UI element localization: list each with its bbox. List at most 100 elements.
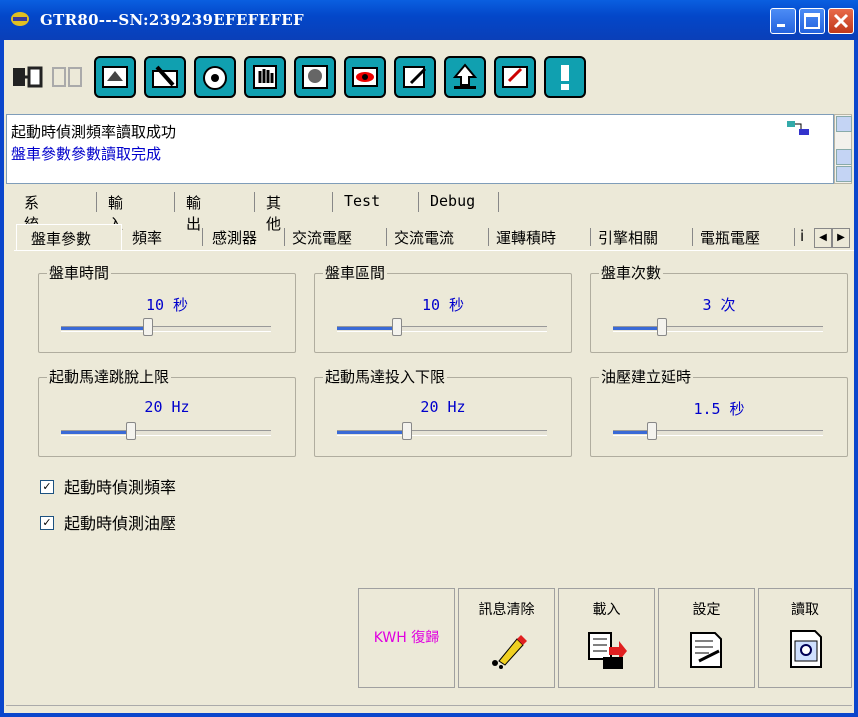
- group-value: 10 秒: [145, 296, 189, 314]
- load-button[interactable]: 載入: [558, 588, 655, 688]
- message-line-1: 起動時偵測頻率讀取成功: [11, 123, 177, 141]
- group-value: 3 次: [702, 296, 736, 314]
- group-crank-time: 盤車時間 10 秒: [38, 262, 296, 353]
- slider-thumb[interactable]: [392, 318, 402, 336]
- slider-fill: [613, 327, 659, 330]
- disconnect-icon[interactable]: [50, 60, 86, 96]
- close-button[interactable]: [828, 8, 854, 34]
- load-file-icon: [588, 632, 627, 669]
- tab-more[interactable]: i: [800, 224, 810, 250]
- starter-engage-slider[interactable]: [337, 422, 547, 440]
- group-title: 起動馬達投入下限: [323, 366, 448, 387]
- scroll-up-icon[interactable]: [836, 116, 852, 132]
- tab-scroll-left-icon[interactable]: ◀: [814, 228, 832, 248]
- group-crank-interval: 盤車區間 10 秒: [314, 262, 572, 353]
- slider-thumb[interactable]: [402, 422, 412, 440]
- slider-thumb[interactable]: [143, 318, 153, 336]
- slider-fill: [613, 431, 649, 434]
- scroll-down-icon[interactable]: [836, 166, 852, 182]
- tab-frequency[interactable]: 頻率: [132, 224, 162, 250]
- window-title: GTR80---SN:239239EFEFEFEF: [40, 11, 304, 29]
- tab-crank-params[interactable]: 盤車參數: [16, 224, 122, 250]
- group-title: 盤車次數: [599, 262, 664, 283]
- read-button[interactable]: 讀取: [758, 588, 852, 688]
- toolbar: [8, 50, 848, 110]
- hand-icon[interactable]: [244, 56, 286, 98]
- tab-input[interactable]: 輸入: [108, 190, 123, 233]
- crank-time-slider[interactable]: [61, 318, 271, 336]
- tab-scroll-right-icon[interactable]: ▶: [832, 228, 850, 248]
- group-value: 1.5 秒: [693, 400, 745, 418]
- group-title: 油壓建立延時: [599, 366, 694, 387]
- slider-thumb[interactable]: [126, 422, 136, 440]
- gauge-icon[interactable]: [194, 56, 236, 98]
- title-bar[interactable]: GTR80---SN:239239EFEFEFEF: [0, 0, 858, 40]
- crank-interval-slider[interactable]: [337, 318, 547, 336]
- group-oil-pressure-delay: 油壓建立延時 1.5 秒: [590, 366, 848, 457]
- alert-icon[interactable]: [544, 56, 586, 98]
- set-button[interactable]: 設定: [658, 588, 755, 688]
- slider-thumb[interactable]: [647, 422, 657, 440]
- kwh-reset-label: KWH 復歸: [373, 630, 440, 646]
- scroll-thumb[interactable]: [836, 149, 852, 165]
- clear-messages-button[interactable]: 訊息清除: [458, 588, 555, 688]
- window-border-right: [854, 40, 858, 717]
- message-line-2: 盤車參數參數讀取完成: [11, 145, 162, 163]
- edit-icon[interactable]: [394, 56, 436, 98]
- slider-fill: [61, 431, 128, 434]
- crank-count-slider[interactable]: [613, 318, 823, 336]
- tab-run-hours[interactable]: 運轉積時: [496, 224, 556, 250]
- slider-fill: [61, 327, 145, 330]
- checkbox-box[interactable]: ✓: [40, 479, 54, 494]
- tools-icon[interactable]: [144, 56, 186, 98]
- tab-system[interactable]: 系統: [24, 190, 39, 233]
- network-status-icon: [787, 121, 809, 135]
- tab-debug[interactable]: Debug: [430, 190, 475, 214]
- slider-thumb[interactable]: [657, 318, 667, 336]
- message-area: 起動時偵測頻率讀取成功 盤車參數參數讀取完成: [6, 114, 834, 184]
- tab-ac-voltage[interactable]: 交流電壓: [292, 224, 352, 250]
- group-title: 盤車區間: [323, 262, 388, 283]
- upload-arrow-icon[interactable]: [444, 56, 486, 98]
- group-starter-trip-upper: 起動馬達跳脫上限 20 Hz: [38, 366, 296, 457]
- oil-pressure-delay-slider[interactable]: [613, 422, 823, 440]
- maximize-icon: [804, 13, 820, 29]
- tab-battery-voltage[interactable]: 電瓶電壓: [700, 224, 760, 250]
- group-value: 10 秒: [421, 296, 465, 314]
- tab-other[interactable]: 其他: [266, 190, 281, 233]
- group-value: 20 Hz: [144, 398, 190, 416]
- tab-engine[interactable]: 引擎相關: [598, 224, 658, 250]
- tab-ac-current[interactable]: 交流電流: [394, 224, 454, 250]
- load-label: 載入: [592, 602, 621, 618]
- kwh-reset-button[interactable]: KWH 復歸: [358, 588, 455, 688]
- detect-oil-pressure-checkbox[interactable]: ✓ 起動時偵測油壓: [40, 510, 176, 534]
- window-border-left: [0, 40, 4, 717]
- starter-trip-slider[interactable]: [61, 422, 271, 440]
- slider-fill: [337, 327, 394, 330]
- tab-sensors[interactable]: 感測器: [212, 224, 257, 250]
- upload-icon[interactable]: [94, 56, 136, 98]
- write-document-icon: [690, 632, 722, 668]
- maximize-button[interactable]: [799, 8, 825, 34]
- checkbox-label: 起動時偵測頻率: [64, 478, 177, 497]
- tab-test[interactable]: Test: [344, 190, 380, 214]
- eraser-icon: [492, 635, 527, 669]
- checkbox-box[interactable]: ✓: [40, 515, 54, 530]
- checkbox-label: 起動時偵測油壓: [64, 514, 177, 533]
- clear-label: 訊息清除: [478, 602, 535, 618]
- sign-icon[interactable]: [494, 56, 536, 98]
- eye-icon[interactable]: [344, 56, 386, 98]
- connect-icon[interactable]: [10, 60, 46, 96]
- detect-frequency-checkbox[interactable]: ✓ 起動時偵測頻率: [40, 474, 176, 498]
- tab-output[interactable]: 輸出: [186, 190, 201, 233]
- read-label: 讀取: [791, 602, 819, 618]
- minimize-button[interactable]: [770, 8, 796, 34]
- group-crank-count: 盤車次數 3 次: [590, 262, 848, 353]
- group-starter-engage-lower: 起動馬達投入下限 20 Hz: [314, 366, 572, 457]
- message-scrollbar[interactable]: [834, 114, 852, 184]
- set-label: 設定: [692, 602, 721, 618]
- group-title: 盤車時間: [47, 262, 112, 283]
- app-icon: [11, 12, 29, 26]
- minimize-icon: [777, 24, 785, 27]
- engine-icon[interactable]: [294, 56, 336, 98]
